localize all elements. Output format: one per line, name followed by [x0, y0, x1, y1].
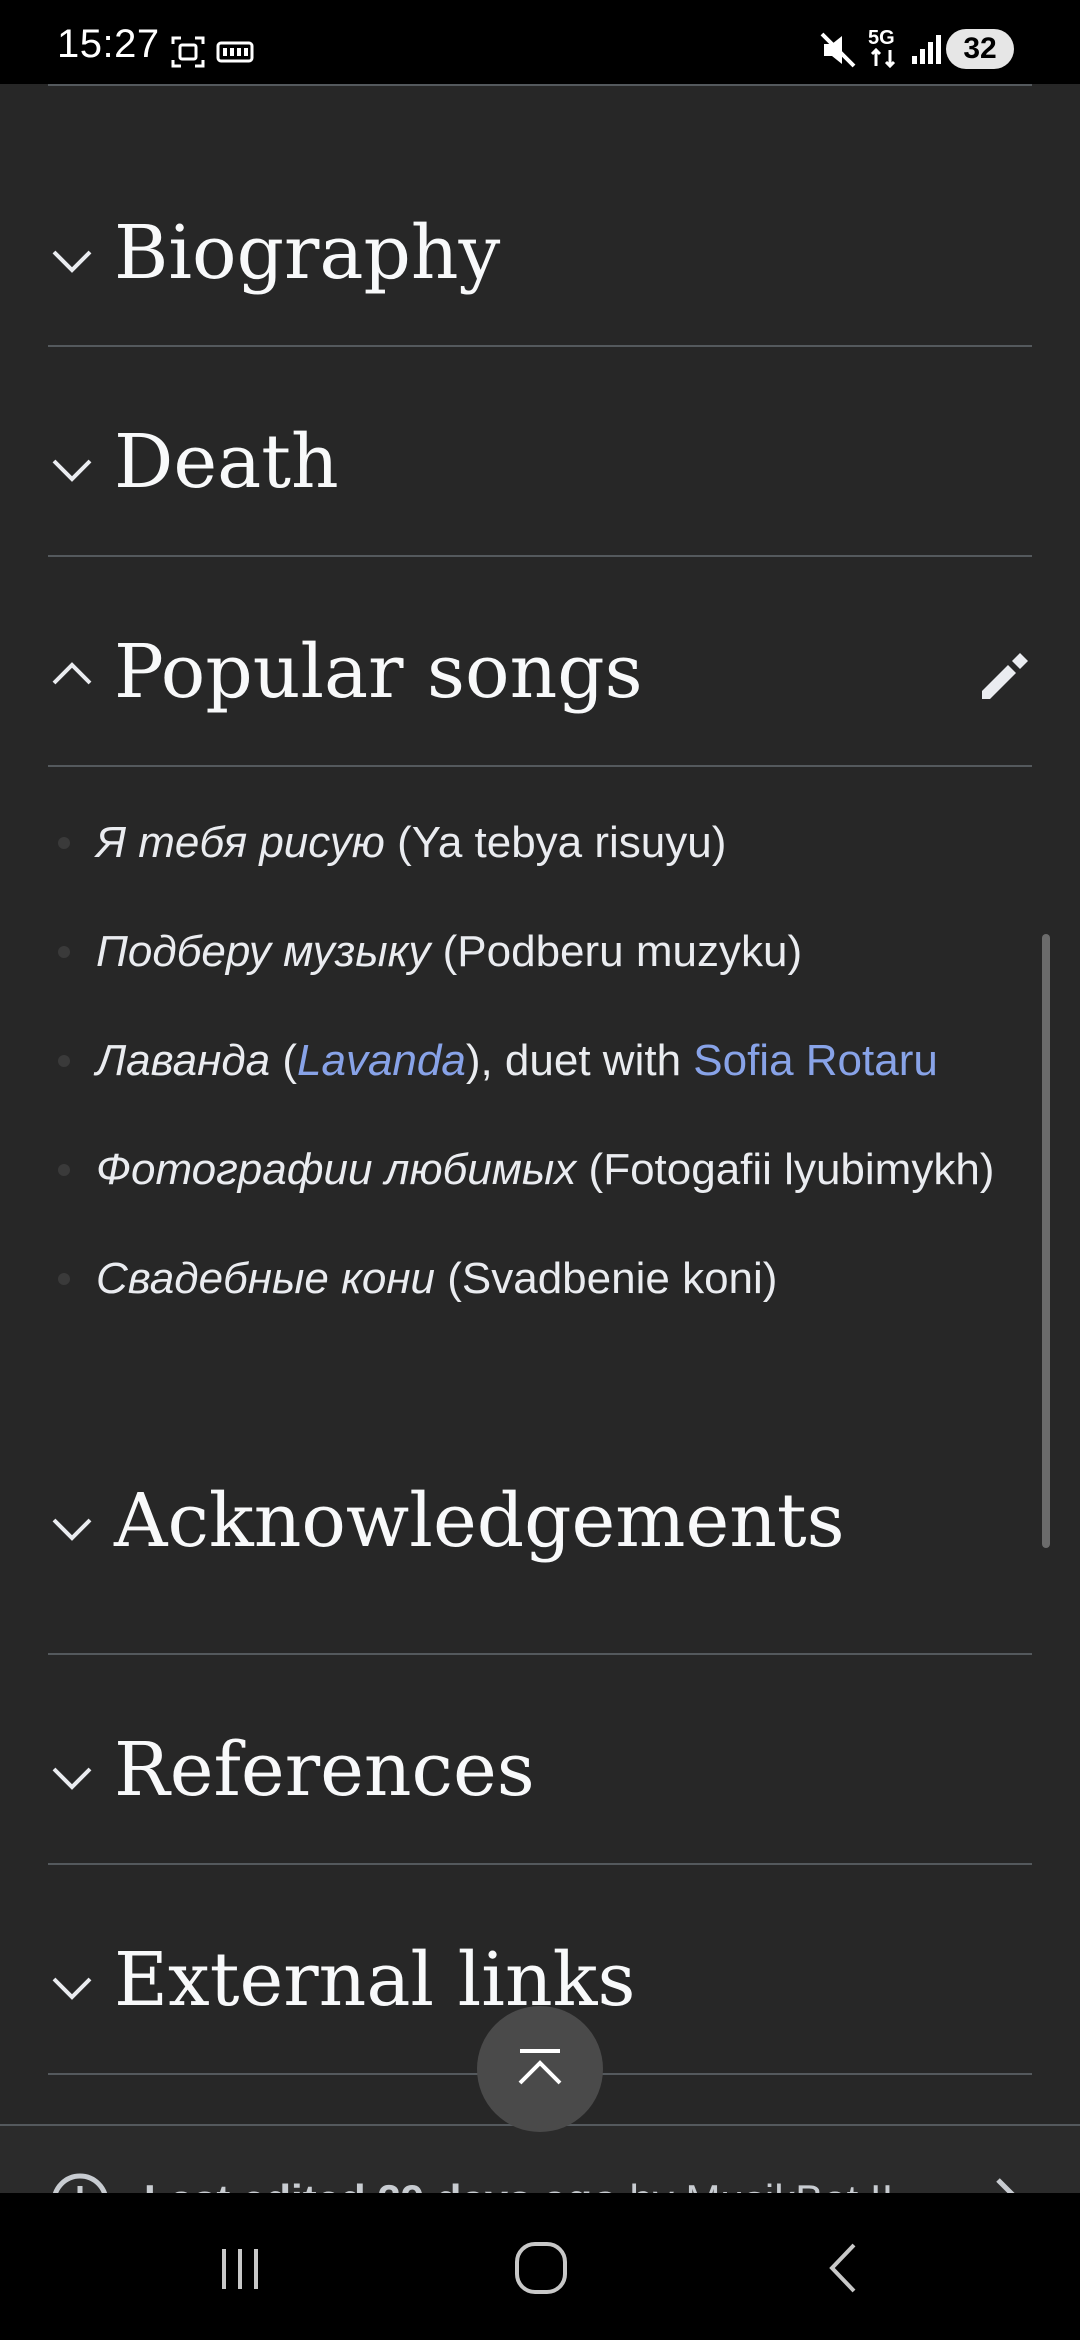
- song-text: (: [270, 1036, 297, 1085]
- battery-saver-icon: [216, 41, 254, 63]
- list-item: Свадебные кони (Svadbenie koni): [48, 1240, 1028, 1318]
- song-title-russian: Фотографии любимых: [96, 1145, 577, 1194]
- recents-icon: [222, 2249, 258, 2289]
- lavanda-link[interactable]: Lavanda: [297, 1036, 466, 1085]
- scrollbar[interactable]: [1042, 934, 1050, 1548]
- home-button[interactable]: [470, 2193, 610, 2340]
- song-title-russian: Свадебные кони: [96, 1254, 436, 1303]
- song-title-russian: Подберу музыку: [96, 927, 431, 976]
- section-title: Acknowledgements: [114, 1478, 845, 1564]
- song-text: ), duet with: [465, 1036, 694, 1085]
- pencil-edit-icon[interactable]: [976, 649, 1032, 705]
- last-edited-bar[interactable]: Last edited 29 days ago by MusikBot II: [0, 2126, 1080, 2193]
- song-title-latin: (Podberu muzyku): [430, 927, 803, 976]
- section-references[interactable]: References: [48, 1655, 1032, 1865]
- chevron-up-icon: [52, 662, 92, 685]
- clock-icon: [52, 2173, 108, 2193]
- chevron-down-icon: [52, 250, 92, 273]
- article-content: Biography Death Popular songs Я тебя рис…: [0, 84, 1080, 2193]
- list-item: Лаванда (Lavanda), duet with Sofia Rotar…: [48, 1022, 1028, 1100]
- mute-icon: [820, 32, 856, 68]
- signal-icon: [912, 35, 941, 64]
- system-nav-bar: [0, 2193, 1080, 2340]
- last-edited-by: by MusikBot II: [618, 2176, 894, 2193]
- song-title-russian: Лаванда: [96, 1036, 271, 1085]
- section-acknowledgements[interactable]: Acknowledgements: [48, 1446, 1032, 1655]
- status-time: 15:27: [57, 22, 160, 66]
- section-title: Death: [114, 419, 339, 505]
- section-title: References: [114, 1727, 535, 1813]
- svg-text:5G: 5G: [868, 27, 895, 49]
- chevron-down-icon: [52, 1977, 92, 2000]
- back-icon: [829, 2243, 856, 2293]
- sofia-rotaru-link[interactable]: Sofia Rotaru: [693, 1036, 938, 1085]
- last-edited-text: Last edited 29 days ago by MusikBot II: [144, 2176, 893, 2193]
- scroll-top-icon: [518, 2049, 562, 2085]
- list-item: Я тебя рисую (Ya tebya risuyu): [48, 804, 1028, 882]
- section-death[interactable]: Death: [48, 347, 1032, 557]
- section-title: Biography: [114, 210, 501, 296]
- chevron-down-icon: [52, 1767, 92, 1790]
- list-item: Фотографии любимых (Fotogafii lyubimykh): [48, 1131, 1028, 1209]
- song-title-russian: Я тебя рисую: [96, 818, 385, 867]
- songs-list: Я тебя рисую (Ya tebya risuyu) Подберу м…: [48, 804, 1028, 1349]
- battery-indicator: 32: [946, 29, 1014, 69]
- song-title-latin: (Svadbenie koni): [435, 1254, 778, 1303]
- last-edited-label: Last edited 29 days ago: [144, 2176, 618, 2193]
- chevron-down-icon: [52, 1518, 92, 1541]
- section-popular-songs[interactable]: Popular songs: [48, 557, 1032, 767]
- song-title-latin: (Fotogafii lyubimykh): [576, 1145, 995, 1194]
- list-item: Подберу музыку (Podberu muzyku): [48, 913, 1028, 991]
- back-button[interactable]: [772, 2193, 912, 2340]
- 5g-icon: 5G: [868, 27, 896, 69]
- section-biography[interactable]: Biography: [48, 86, 1032, 347]
- chevron-down-icon: [52, 459, 92, 482]
- status-bar: 15:27 5G 32: [0, 0, 1080, 84]
- home-icon: [515, 2242, 567, 2294]
- song-title-latin: (Ya tebya risuyu): [384, 818, 727, 867]
- screenshot-icon: [171, 36, 205, 68]
- recent-apps-button[interactable]: [170, 2193, 310, 2340]
- chevron-right-icon: [996, 2178, 1015, 2193]
- section-title: Popular songs: [114, 629, 643, 715]
- scroll-to-top-button[interactable]: [477, 2006, 603, 2132]
